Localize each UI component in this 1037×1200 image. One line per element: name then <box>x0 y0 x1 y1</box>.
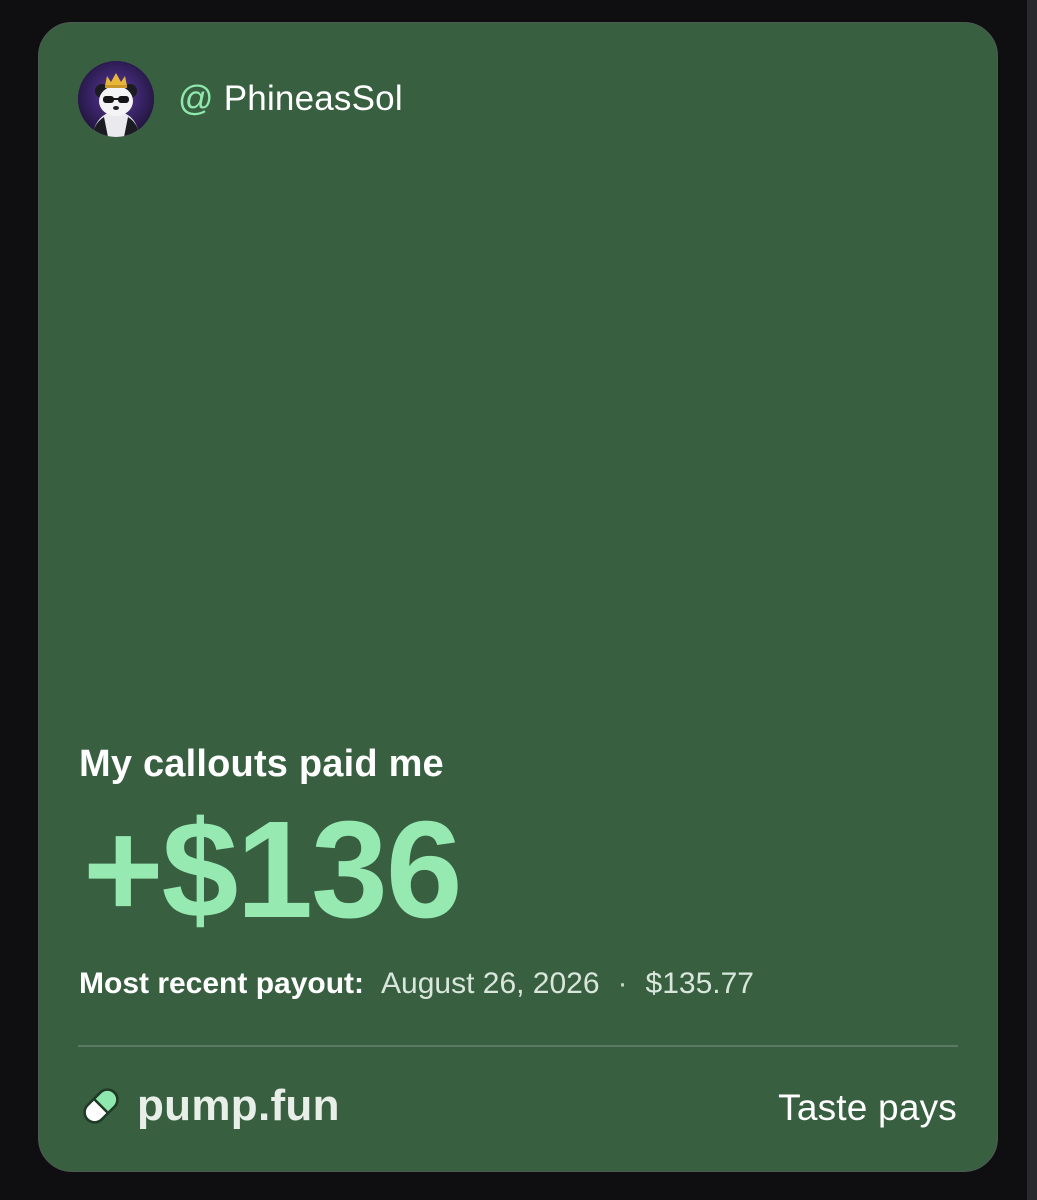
total-amount: +$136 <box>83 793 463 947</box>
divider <box>78 1045 958 1047</box>
handle-at-symbol: @ <box>178 79 214 118</box>
payout-date: August 26, 2026 <box>381 967 600 1000</box>
payout-label: Most recent payout: <box>79 967 365 1000</box>
panda-avatar-icon <box>78 61 154 137</box>
payout-amount: $135.77 <box>645 967 754 1000</box>
share-card: @ PhineasSol My callouts paid me +$136 M… <box>38 22 998 1172</box>
headline: My callouts paid me <box>79 743 444 785</box>
window-edge <box>1027 0 1037 1200</box>
payout-separator: · <box>617 967 628 1000</box>
avatar[interactable] <box>78 61 154 137</box>
recent-payout-row: Most recent payout: August 26, 2026 · $1… <box>79 967 754 1001</box>
handle-name: PhineasSol <box>223 79 403 118</box>
brand-logo[interactable]: pump.fun <box>79 1081 340 1131</box>
pill-icon <box>83 1088 119 1124</box>
user-handle[interactable]: @ PhineasSol <box>178 79 403 119</box>
tagline: Taste pays <box>778 1087 957 1128</box>
card-header: @ PhineasSol <box>78 61 403 137</box>
brand-name: pump.fun <box>137 1081 340 1130</box>
